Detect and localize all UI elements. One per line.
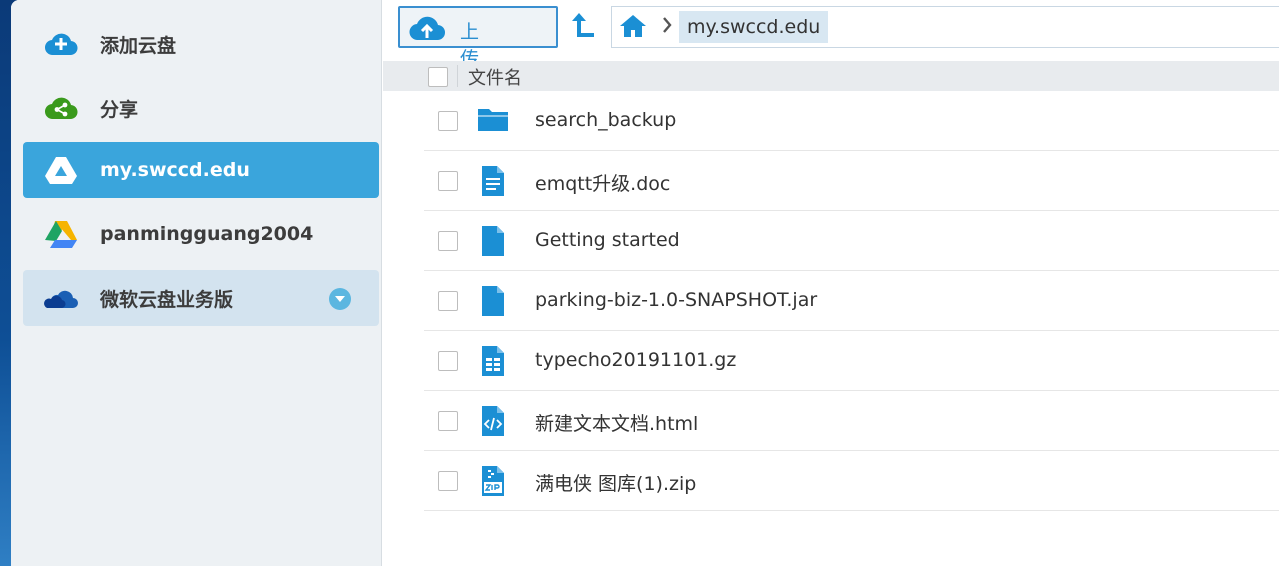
list-item[interactable]: parking-biz-1.0-SNAPSHOT.jar [424, 271, 1279, 331]
sidebar-item-label: my.swccd.edu [100, 159, 250, 181]
home-icon[interactable] [619, 13, 647, 43]
row-checkbox[interactable] [438, 351, 458, 371]
onedrive-icon [43, 280, 79, 316]
file-browser: 上 传 my.swccd.edu 文件名 search_backup emqtt… [383, 0, 1279, 566]
file-name: 满电侠 图库(1).zip [535, 473, 697, 495]
file-list: search_backup emqtt升级.doc Getting starte… [424, 91, 1279, 511]
row-checkbox[interactable] [438, 291, 458, 311]
sidebar-item-label: 添加云盘 [100, 34, 177, 57]
folder-icon [477, 105, 509, 137]
column-divider [457, 65, 458, 87]
cloud-add-icon [43, 26, 79, 62]
zip-file-icon [477, 465, 509, 497]
sidebar-item-label: 分享 [100, 98, 139, 121]
list-item[interactable]: emqtt升级.doc [424, 151, 1279, 211]
file-name: parking-biz-1.0-SNAPSHOT.jar [535, 289, 818, 311]
file-name: emqtt升级.doc [535, 173, 671, 195]
app-window: 添加云盘 分享 my.swccd.edu panmingguang2004 微软 [11, 0, 1279, 566]
list-item[interactable]: Getting started [424, 211, 1279, 271]
row-checkbox[interactable] [438, 171, 458, 191]
cloud-upload-icon [408, 14, 446, 46]
sidebar: 添加云盘 分享 my.swccd.edu panmingguang2004 微软 [11, 0, 382, 566]
row-checkbox[interactable] [438, 111, 458, 131]
file-name: search_backup [535, 109, 677, 131]
row-checkbox[interactable] [438, 411, 458, 431]
spreadsheet-icon [477, 345, 509, 377]
list-item[interactable]: 满电侠 图库(1).zip [424, 451, 1279, 511]
list-item[interactable]: typecho20191101.gz [424, 331, 1279, 391]
sidebar-item-label: 微软云盘业务版 [100, 288, 234, 311]
code-file-icon [477, 405, 509, 437]
chevron-down-icon[interactable] [329, 288, 351, 310]
sidebar-item-label: panmingguang2004 [100, 223, 314, 245]
breadcrumb: my.swccd.edu [611, 6, 1279, 48]
sidebar-item-add-cloud[interactable]: 添加云盘 [23, 16, 379, 72]
row-checkbox[interactable] [438, 471, 458, 491]
sidebar-item-my-swccd-edu[interactable]: my.swccd.edu [23, 142, 379, 198]
list-item[interactable]: search_backup [424, 91, 1279, 151]
file-icon [477, 225, 509, 257]
list-header: 文件名 [383, 61, 1279, 91]
file-name: Getting started [535, 229, 680, 251]
parent-directory-button[interactable] [568, 8, 598, 46]
arrow-up-icon [570, 11, 596, 43]
list-item[interactable]: 新建文本文档.html [424, 391, 1279, 451]
sidebar-item-share[interactable]: 分享 [23, 80, 379, 136]
sidebar-item-onedrive-business[interactable]: 微软云盘业务版 [23, 270, 379, 326]
row-checkbox[interactable] [438, 231, 458, 251]
file-name: typecho20191101.gz [535, 349, 737, 371]
file-name: 新建文本文档.html [535, 413, 699, 435]
file-icon [477, 285, 509, 317]
breadcrumb-item[interactable]: my.swccd.edu [679, 11, 829, 43]
google-drive-icon [43, 152, 79, 188]
chevron-right-icon [662, 16, 672, 38]
document-icon [477, 165, 509, 197]
sidebar-item-panmingguang2004[interactable]: panmingguang2004 [23, 206, 379, 262]
select-all-checkbox[interactable] [428, 67, 448, 87]
google-drive-icon [43, 216, 79, 252]
cloud-share-icon [43, 90, 79, 126]
toolbar: 上 传 my.swccd.edu [383, 0, 1279, 70]
column-header-name[interactable]: 文件名 [468, 64, 522, 90]
upload-button[interactable]: 上 传 [398, 6, 558, 70]
